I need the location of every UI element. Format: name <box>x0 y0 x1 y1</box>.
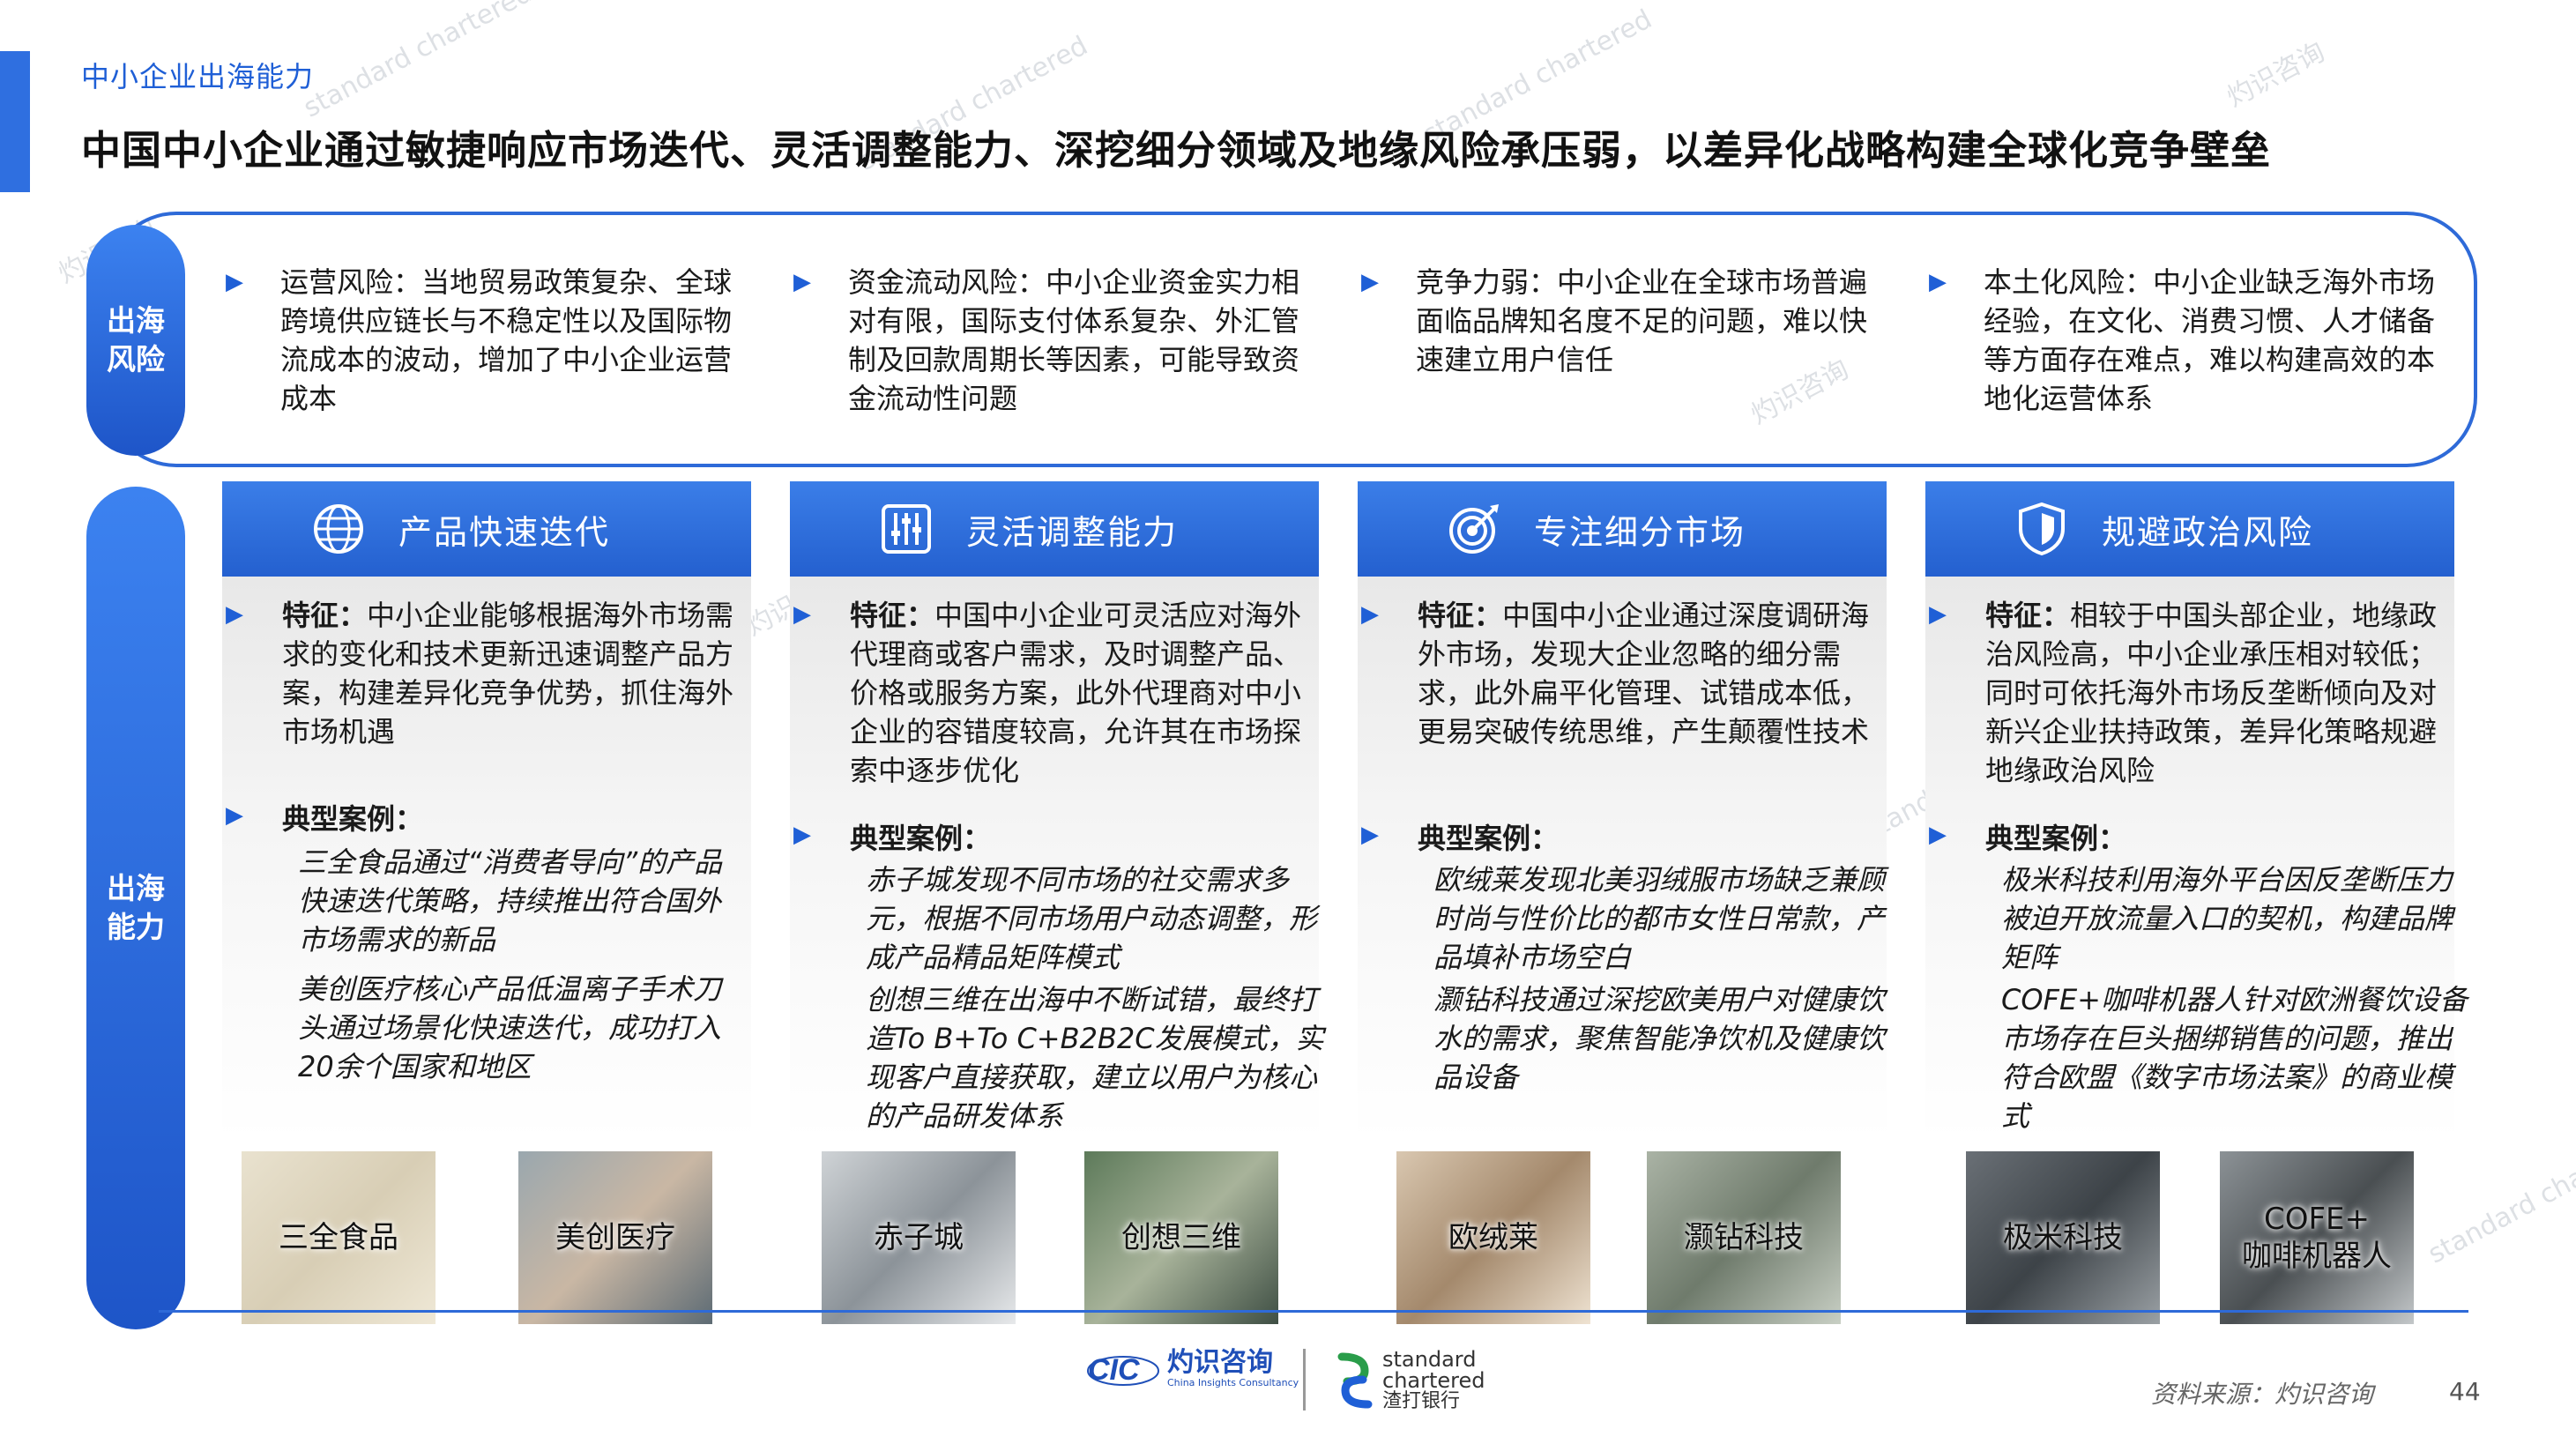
case-text: COFE+咖啡机器人针对欧洲餐饮设备市场存在巨头捆绑销售的问题，推出符合欧盟《数… <box>2001 983 2468 1133</box>
feature-label: 特征： <box>1985 599 2071 632</box>
column-title: 灵活调整能力 <box>966 512 1179 552</box>
bullet-triangle-icon: ▶ <box>793 822 811 848</box>
case-text: 赤子城发现不同市场的社交需求多元，根据不同市场用户动态调整，形成产品精品矩阵模式 <box>866 863 1318 974</box>
feature-label: 特征： <box>850 599 935 632</box>
page-title: 中国中小企业通过敏捷响应市场迭代、灵活调整能力、深挖细分领域及地缘风险承压弱，以… <box>81 127 2272 174</box>
column-title: 规避政治风险 <box>2102 512 2314 552</box>
case-text: 创想三维在出海中不断试错，最终打造To B+To C+B2B2C发展模式，实现客… <box>866 983 1324 1133</box>
ability-label: 出海能力 <box>107 871 165 944</box>
company-image: 极米科技 <box>1966 1151 2160 1324</box>
case-text: 极米科技利用海外平台因反垄断压力被迫开放流量入口的契机，构建品牌矩阵 <box>2001 863 2453 974</box>
source-note: 资料来源：灼识咨询 <box>2151 1380 2374 1409</box>
cic-name-en: China Insights Consultancy <box>1167 1377 1299 1388</box>
bullet-triangle-icon: ▶ <box>1361 601 1379 628</box>
bullet-triangle-icon: ▶ <box>226 601 243 628</box>
feature-label: 特征： <box>282 599 368 632</box>
risk-item: ▶ 资金流动风险：中小企业资金实力相对有限，国际支付体系复杂、外汇管制及回款周期… <box>793 263 1305 418</box>
company-image: 创想三维 <box>1084 1151 1278 1324</box>
risk-text: 竞争力弱：中小企业在全球市场普遍面临品牌知名度不足的问题，难以快速建立用户信任 <box>1416 265 1868 376</box>
image-caption: 创想三维 <box>1121 1220 1241 1255</box>
feature-text: 特征：相较于中国头部企业，地缘政治风险高，中小企业承压相对较低；同时可依托海外市… <box>1985 596 2461 790</box>
cic-logo-icon: CIC <box>1087 1353 1159 1387</box>
watermark: 灼识咨询 <box>2222 36 2330 114</box>
watermark: standard chartered <box>298 0 538 124</box>
image-caption: 赤子城 <box>874 1220 964 1255</box>
bullet-triangle-icon: ▶ <box>1929 269 1947 295</box>
sc-logo: standard chartered 渣打银行 <box>1336 1349 1485 1412</box>
column-header: 专注细分市场 <box>1358 481 1887 577</box>
feature-text: 特征：中小企业能够根据海外市场需求的变化和技术更新迅速调整产品方案，构建差异化竞… <box>282 596 741 751</box>
globe-icon <box>310 501 367 557</box>
watermark: standard chartered <box>2423 1123 2576 1270</box>
risk-item: ▶ 竞争力弱：中小企业在全球市场普遍面临品牌知名度不足的问题，难以快速建立用户信… <box>1361 263 1872 379</box>
company-image: COFE+ 咖啡机器人 <box>2220 1151 2414 1324</box>
risk-label-pill: 出海风险 <box>86 225 185 456</box>
company-image: 欧绒莱 <box>1396 1151 1590 1324</box>
bullet-triangle-icon: ▶ <box>1361 822 1379 848</box>
feature-text: 特征：中国中小企业可灵活应对海外代理商或客户需求，及时调整产品、价格或服务方案，… <box>850 596 1308 790</box>
feature-label: 特征： <box>1418 599 1503 632</box>
sc-logo-icon <box>1337 1352 1373 1409</box>
column-title: 专注细分市场 <box>1534 512 1746 552</box>
svg-text:CIC: CIC <box>1088 1353 1140 1387</box>
cic-name-cn: 灼识咨询 <box>1167 1347 1273 1378</box>
cases-title: 典型案例： <box>1985 822 2127 855</box>
accent-bar <box>0 51 30 192</box>
cic-logo: CIC 灼识咨询 China Insights Consultancy <box>1086 1349 1299 1388</box>
cases-title: 典型案例： <box>1418 822 1560 855</box>
bullet-triangle-icon: ▶ <box>1929 601 1947 628</box>
image-caption: 灏钻科技 <box>1684 1220 1804 1255</box>
footer-divider <box>159 1310 2468 1313</box>
shield-icon <box>2014 501 2070 557</box>
column-header: 灵活调整能力 <box>790 481 1319 577</box>
column-header: 产品快速迭代 <box>222 481 751 577</box>
risk-item: ▶ 本土化风险：中小企业缺乏海外市场经验，在文化、消费习惯、人才储备等方面存在难… <box>1929 263 2440 418</box>
image-caption: COFE+ 咖啡机器人 <box>2242 1202 2392 1274</box>
risk-text: 运营风险：当地贸易政策复杂、全球跨境供应链长与不稳定性以及国际物流成本的波动，增… <box>280 265 733 415</box>
case-text: 美创医疗核心产品低温离子手术刀头通过场景化快速迭代，成功打入20余个国家和地区 <box>298 972 722 1083</box>
risk-text: 本土化风险：中小企业缺乏海外市场经验，在文化、消费习惯、人才储备等方面存在难点，… <box>1984 265 2436 415</box>
sliders-icon <box>878 501 934 557</box>
case-text: 三全食品通过“消费者导向”的产品快速迭代策略，持续推出符合国外市场需求的新品 <box>298 845 723 956</box>
bullet-triangle-icon: ▶ <box>1929 822 1947 848</box>
cases-title: 典型案例： <box>850 822 992 855</box>
risk-label: 出海风险 <box>107 303 165 376</box>
image-caption: 极米科技 <box>2003 1220 2123 1255</box>
image-caption: 三全食品 <box>279 1220 398 1255</box>
feature-text: 特征：中国中小企业通过深度调研海外市场，发现大企业忽略的细分需求，此外扁平化管理… <box>1418 596 1876 751</box>
company-image: 美创医疗 <box>518 1151 712 1324</box>
sc-name-1: standard <box>1382 1347 1477 1372</box>
case-text: 欧绒莱发现北美羽绒服市场缺乏兼顾时尚与性价比的都市女性日常款，产品填补市场空白 <box>1433 863 1886 974</box>
company-image: 灏钻科技 <box>1647 1151 1841 1324</box>
company-image: 赤子城 <box>822 1151 1016 1324</box>
risk-text: 资金流动风险：中小企业资金实力相对有限，国际支付体系复杂、外汇管制及回款周期长等… <box>848 265 1300 415</box>
image-caption: 美创医疗 <box>555 1220 675 1255</box>
case-text: 灏钻科技通过深挖欧美用户对健康饮水的需求，聚焦智能净饮机及健康饮品设备 <box>1433 983 1886 1094</box>
cases-title: 典型案例： <box>282 802 424 836</box>
risk-item: ▶ 运营风险：当地贸易政策复杂、全球跨境供应链长与不稳定性以及国际物流成本的波动… <box>226 263 737 418</box>
image-caption: 欧绒莱 <box>1448 1220 1538 1255</box>
ability-label-pill: 出海能力 <box>86 487 185 1329</box>
logo-separator <box>1303 1349 1306 1411</box>
bullet-triangle-icon: ▶ <box>226 269 243 295</box>
column-header: 规避政治风险 <box>1925 481 2454 577</box>
bullet-triangle-icon: ▶ <box>793 601 811 628</box>
sc-name-2: chartered <box>1382 1368 1485 1393</box>
bullet-triangle-icon: ▶ <box>1361 269 1379 295</box>
column-title: 产品快速迭代 <box>398 512 611 552</box>
sc-name-cn: 渣打银行 <box>1382 1390 1461 1412</box>
page-number: 44 <box>2449 1377 2481 1406</box>
section-label: 中小企业出海能力 <box>81 60 315 93</box>
company-image: 三全食品 <box>242 1151 436 1324</box>
target-icon <box>1446 501 1502 557</box>
bullet-triangle-icon: ▶ <box>793 269 811 295</box>
bullet-triangle-icon: ▶ <box>226 802 243 829</box>
